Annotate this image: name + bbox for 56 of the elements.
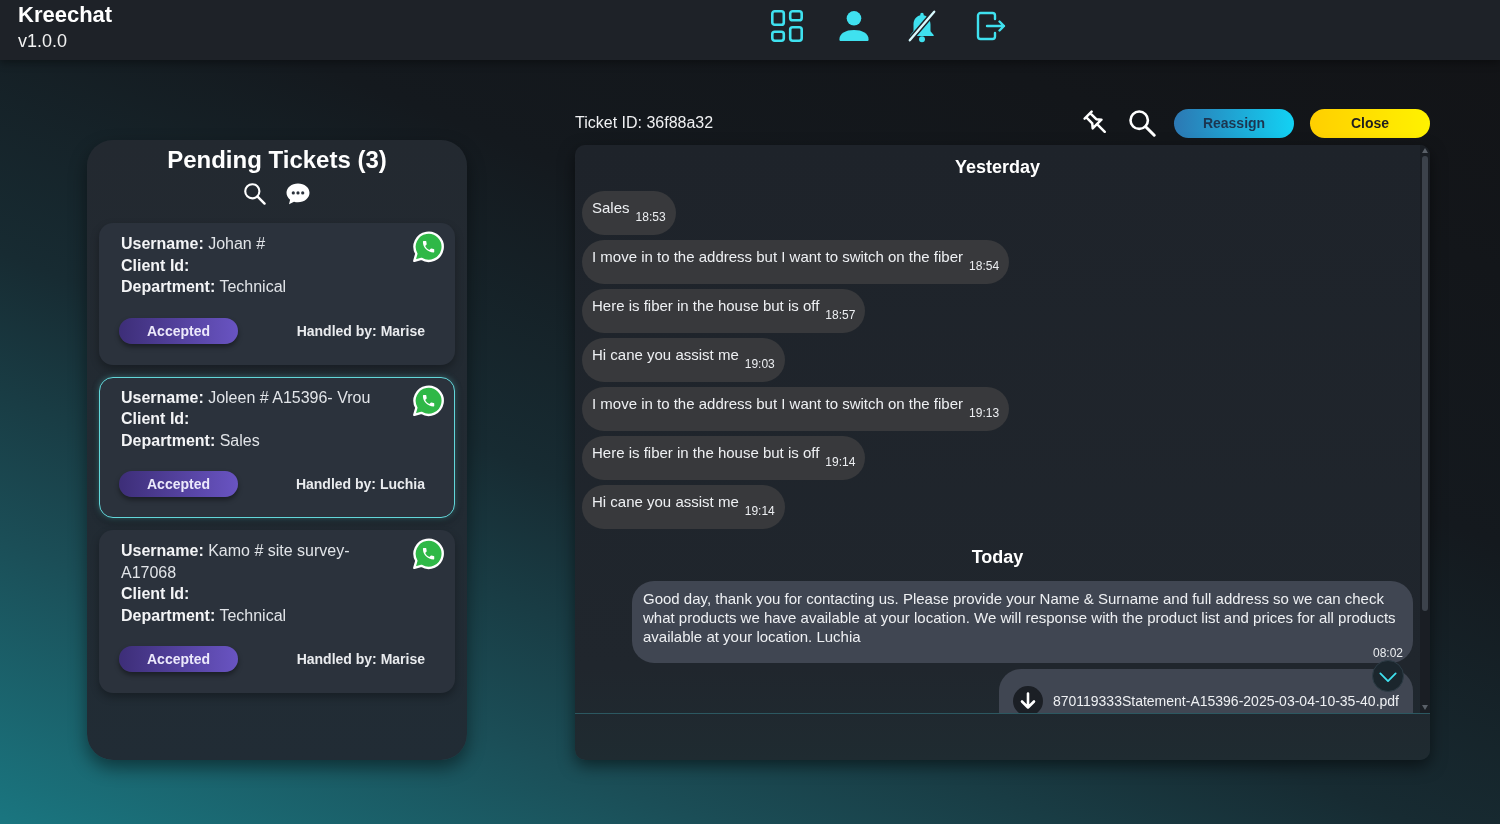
message-text: Hi cane you assist me [592,345,739,365]
message-time: 18:54 [969,259,1000,273]
message-text: Hi cane you assist me [592,492,739,512]
date-label: Today [971,546,1024,568]
pushpin-icon[interactable] [1083,110,1109,136]
ticket-detail: Username: Johan # [121,234,266,254]
ticket-id-text: Ticket ID: 36f88a32 [575,113,714,133]
status-badge: Accepted [119,317,238,344]
close-button[interactable]: Close [1310,108,1430,138]
ticket-card[interactable]: Username: Johan # Client Id: Department: Technical Accepted Handled by: Marise [99,223,455,365]
message-time: 19:14 [744,504,775,518]
message-time: 19:03 [744,357,775,371]
handler-text: Handled by: Marise [296,322,425,339]
message-text: I move in to the address but I want to switch on the fiber [592,394,964,414]
phone-bubble-icon [413,538,445,570]
panel-title: Pending Tickets (3) [167,146,387,174]
message-time: 18:53 [635,210,666,224]
ticket-detail: Client Id: [121,409,190,429]
message-text: Sales [592,198,630,218]
status-badge: Accepted [119,471,238,497]
chevron-down-icon [1379,671,1397,683]
message-text: Good day, thank you for contacting us. Please provide your Name & Surname and full address so we can check what products we have available at your location. We will response with the product list and prices for all products available at your location. Luchia [643,589,1397,646]
reassign-button[interactable]: Reassign [1174,108,1294,138]
message-text: Here is fiber in the house but is off [592,296,820,316]
scrollbar[interactable] [1420,145,1430,713]
grid-icon[interactable] [771,10,803,42]
message-time: 19:13 [969,406,1000,420]
message-time: 08:02 [1372,647,1403,659]
message-time: 18:57 [825,308,856,322]
download-icon[interactable] [1012,686,1043,713]
ticket-detail: Username: Joleen # A15396- Vrou [121,387,371,408]
phone-bubble-icon [413,384,445,417]
ticket-card[interactable]: Username: Joleen # A15396- Vrou Client Id: Department: Sales Accepted Handled by: Luchia [99,376,455,518]
ticket-detail: Department: Technical [121,277,287,297]
ticket-detail: Client Id: [121,255,190,276]
app-name: Kreechat [18,2,113,28]
file-name: 870119333Statement-A15396-2025-03-04-10-35-40.pdf [1052,693,1399,709]
search-icon[interactable] [1129,109,1156,137]
handler-text: Handled by: Marise [296,651,425,667]
handler-text: Handled by: Luchia [295,476,425,492]
ticket-detail: Department: Sales [121,430,260,451]
person-icon[interactable] [839,11,869,41]
ticket-detail: Department: Technical [121,605,287,626]
status-badge: Accepted [119,646,238,672]
ticket-detail: Client Id: [121,584,190,604]
ticket-detail: Username: Kamo # site survey-A17068 [121,541,351,583]
phone-bubble-icon [413,231,445,263]
message-text: Here is fiber in the house but is off [592,443,820,463]
search-icon[interactable] [244,183,266,205]
message-time: 19:14 [825,455,856,469]
date-label: Yesterday [954,156,1041,178]
chat-bubble-icon[interactable] [286,183,310,205]
logout-icon[interactable] [975,10,1007,42]
message-text: I move in to the address but I want to switch on the fiber [592,247,964,267]
ticket-card[interactable]: Username: Kamo # site survey-A17068 Client Id: Department: Technical Accepted Handled by: Marise [99,530,455,693]
app-version: v1.0.0 [18,30,68,52]
